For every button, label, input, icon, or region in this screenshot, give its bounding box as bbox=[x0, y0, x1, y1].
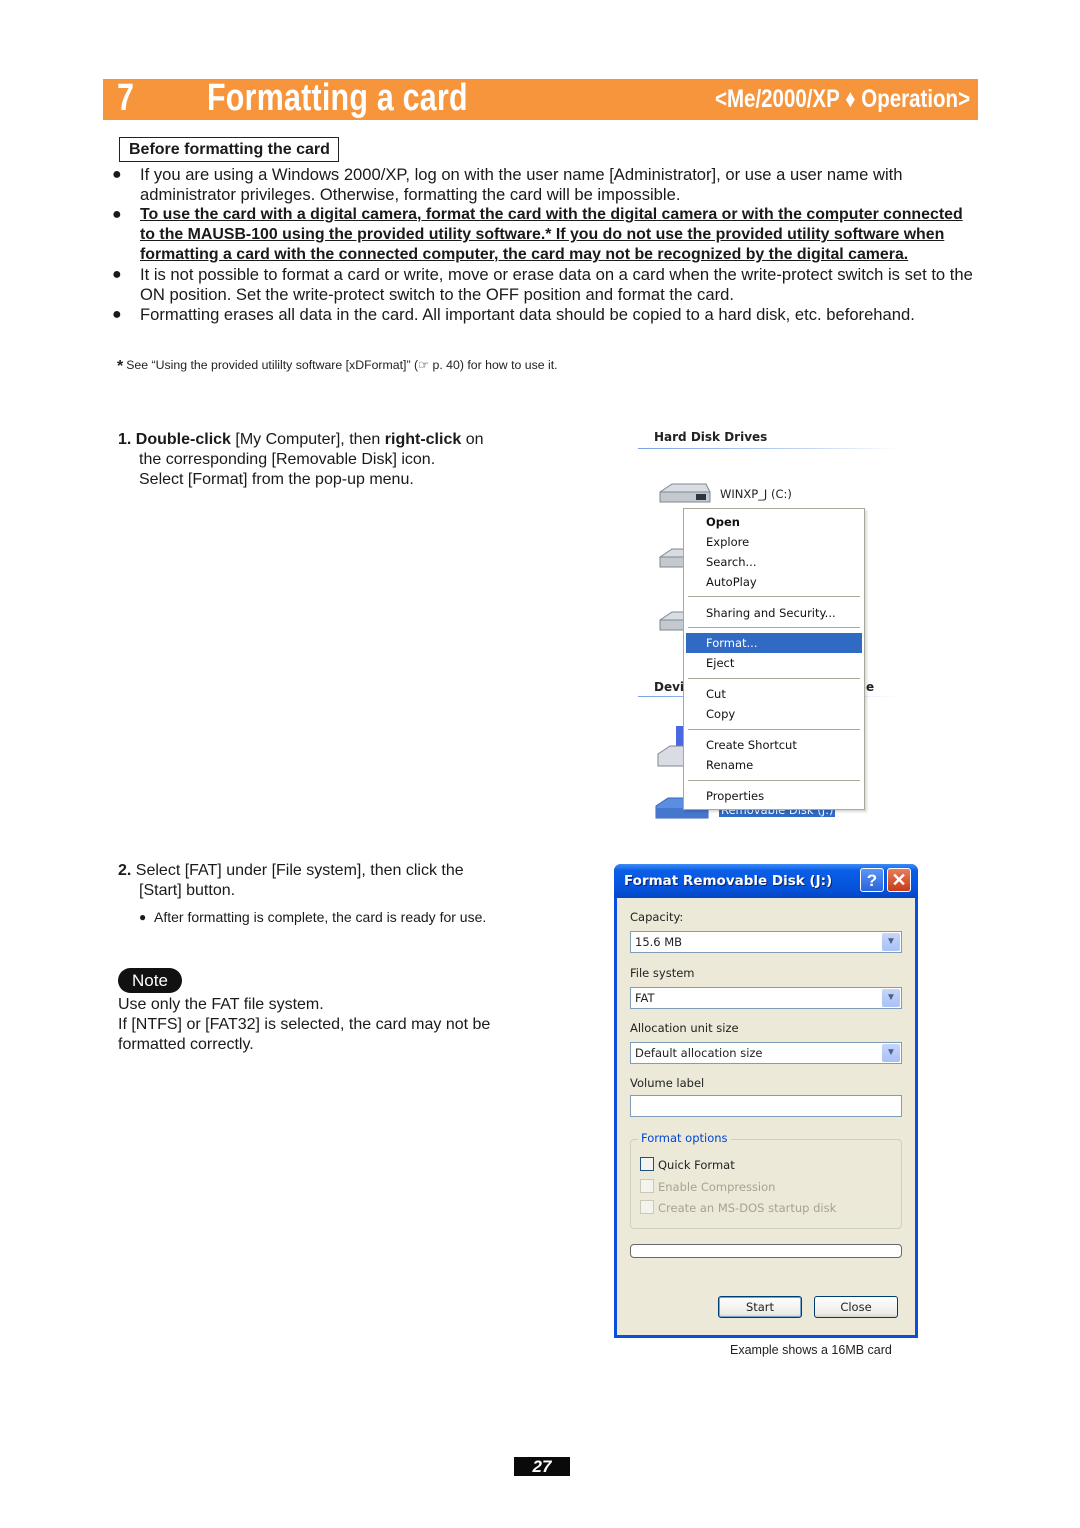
bullet-item: ● If you are using a Windows 2000/XP, log… bbox=[112, 165, 903, 204]
volume-label: Volume label bbox=[630, 1076, 705, 1090]
menu-item-eject[interactable]: Eject bbox=[686, 653, 862, 673]
menu-item-copy[interactable]: Copy bbox=[686, 704, 862, 724]
filesystem-select[interactable]: FAT ▼ bbox=[630, 987, 902, 1009]
hard-disk-heading: Hard Disk Drives bbox=[654, 430, 768, 444]
capacity-label: Capacity: bbox=[630, 910, 684, 924]
menu-separator bbox=[688, 627, 860, 628]
chevron-down-icon[interactable]: ▼ bbox=[882, 1044, 900, 1062]
menu-item-rename[interactable]: Rename bbox=[686, 755, 862, 775]
bullet-item: ● Formatting erases all data in the card.… bbox=[112, 305, 915, 324]
menu-item-create-shortcut[interactable]: Create Shortcut bbox=[686, 735, 862, 755]
note-text: Use only the FAT file system. If [NTFS] … bbox=[118, 996, 491, 1053]
menu-item-explore[interactable]: Explore bbox=[686, 532, 862, 552]
format-progress-bar bbox=[630, 1244, 902, 1258]
section-heading: Before formatting the card bbox=[119, 137, 339, 162]
checkbox-icon[interactable] bbox=[640, 1179, 654, 1193]
hard-drive-icon[interactable] bbox=[656, 480, 712, 510]
heading-divider bbox=[638, 448, 898, 449]
menu-separator bbox=[688, 780, 860, 781]
drive-c-label[interactable]: WINXP_J (C:) bbox=[720, 487, 792, 501]
note-badge: Note bbox=[118, 968, 182, 993]
menu-item-autoplay[interactable]: AutoPlay bbox=[686, 572, 862, 592]
chevron-down-icon[interactable]: ▼ bbox=[882, 989, 900, 1007]
menu-separator bbox=[688, 729, 860, 730]
step-2: 2. Select [FAT] under [File system], the… bbox=[118, 861, 538, 927]
help-button[interactable]: ? bbox=[860, 868, 884, 892]
volume-label-input[interactable] bbox=[630, 1095, 902, 1117]
format-options-label: Format options bbox=[638, 1131, 731, 1145]
quick-format-checkbox[interactable]: Quick Format bbox=[640, 1157, 735, 1172]
checkbox-icon[interactable] bbox=[640, 1157, 654, 1171]
devices-heading-start: Devi bbox=[654, 680, 685, 694]
menu-item-properties[interactable]: Properties bbox=[686, 786, 862, 806]
dialog-title: Format Removable Disk (J:) bbox=[624, 873, 833, 889]
chapter-number: 7 bbox=[117, 77, 134, 119]
bullet-item: ● It is not possible to format a card or … bbox=[112, 265, 973, 304]
dialog-body: Capacity: 15.6 MB ▼ File system FAT ▼ Al… bbox=[617, 898, 915, 1335]
menu-item-open[interactable]: Open bbox=[686, 512, 862, 532]
devices-heading-end: e bbox=[866, 680, 875, 694]
allocation-label: Allocation unit size bbox=[630, 1021, 739, 1035]
checkbox-icon[interactable] bbox=[640, 1200, 654, 1214]
chevron-down-icon[interactable]: ▼ bbox=[882, 933, 900, 951]
page-number: 27 bbox=[514, 1457, 570, 1476]
allocation-select[interactable]: Default allocation size ▼ bbox=[630, 1042, 902, 1064]
figure-caption: Example shows a 16MB card bbox=[730, 1343, 892, 1357]
bullet-item-emphasis: ● To use the card with a digital camera, … bbox=[112, 206, 963, 263]
footnote: * See “Using the provided utililty softwa… bbox=[117, 358, 558, 375]
sub-bullet: ● After formatting is complete, the card … bbox=[139, 909, 487, 925]
chapter-title: Formatting a card bbox=[207, 77, 468, 119]
start-button[interactable]: Start bbox=[718, 1296, 802, 1318]
menu-separator bbox=[688, 678, 860, 679]
precautions-list: ● If you are using a Windows 2000/XP, log… bbox=[112, 165, 982, 325]
context-menu: Open Explore Search... AutoPlay Sharing … bbox=[683, 508, 865, 810]
close-button[interactable]: Close bbox=[814, 1296, 898, 1318]
menu-item-sharing[interactable]: Sharing and Security... bbox=[686, 603, 862, 623]
chapter-banner: 7 Formatting a card <Me/2000/XP ♦ Operat… bbox=[103, 77, 978, 120]
menu-separator bbox=[688, 596, 860, 597]
bullet-icon: ● bbox=[139, 910, 147, 924]
dialog-titlebar[interactable]: Format Removable Disk (J:) ? ✕ bbox=[614, 864, 918, 898]
enable-compression-checkbox[interactable]: Enable Compression bbox=[640, 1179, 775, 1194]
bullet-icon: ● bbox=[112, 266, 122, 283]
bullet-icon: ● bbox=[112, 206, 122, 223]
step-1: 1. Double-click [My Computer], then righ… bbox=[118, 431, 484, 488]
os-tag: <Me/2000/XP ♦ Operation> bbox=[714, 85, 970, 113]
bullet-icon: ● bbox=[112, 306, 122, 323]
close-icon[interactable]: ✕ bbox=[887, 868, 911, 892]
filesystem-label: File system bbox=[630, 966, 695, 980]
menu-item-format[interactable]: Format... bbox=[686, 633, 862, 653]
capacity-select[interactable]: 15.6 MB ▼ bbox=[630, 931, 902, 953]
format-dialog: Format Removable Disk (J:) ? ✕ Capacity:… bbox=[614, 864, 918, 1338]
msdos-startup-checkbox[interactable]: Create an MS-DOS startup disk bbox=[640, 1200, 836, 1215]
menu-item-cut[interactable]: Cut bbox=[686, 684, 862, 704]
menu-item-search[interactable]: Search... bbox=[686, 552, 862, 572]
bullet-icon: ● bbox=[112, 166, 122, 183]
